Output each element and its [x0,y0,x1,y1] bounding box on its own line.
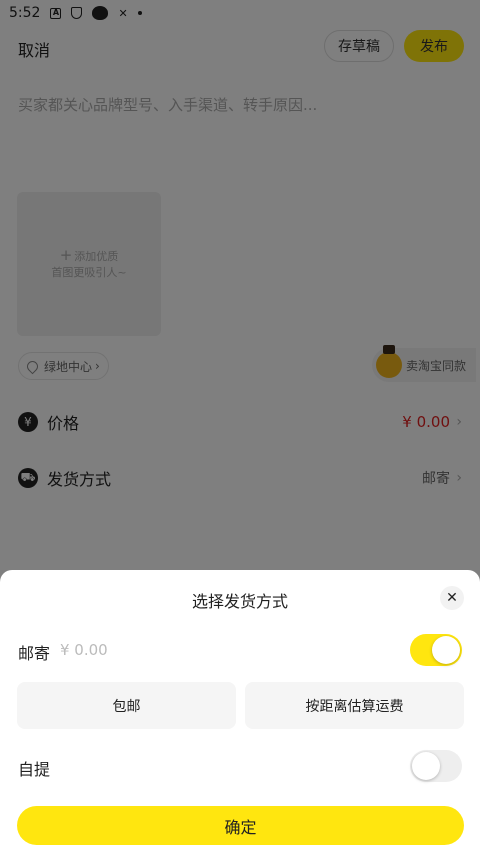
distance-fee-button[interactable]: 按距离估算运费 [245,682,464,729]
close-button[interactable]: ✕ [440,586,464,610]
close-icon: ✕ [446,590,458,606]
free-shipping-button[interactable]: 包邮 [17,682,236,729]
pickup-label: 自提 [18,760,51,779]
mail-label: 邮寄 [18,644,51,663]
shipping-method-sheet: 选择发货方式 ✕ 邮寄 ¥ 0.00 包邮 按距离估算运费 自提 确定 [0,570,480,853]
toggle-knob [432,636,460,664]
mail-toggle[interactable] [410,634,462,666]
toggle-knob [412,752,440,780]
mail-price-input[interactable]: ¥ 0.00 [60,641,108,659]
sheet-title: 选择发货方式 [191,592,288,611]
pickup-toggle[interactable] [410,750,462,782]
confirm-button[interactable]: 确定 [17,806,464,845]
